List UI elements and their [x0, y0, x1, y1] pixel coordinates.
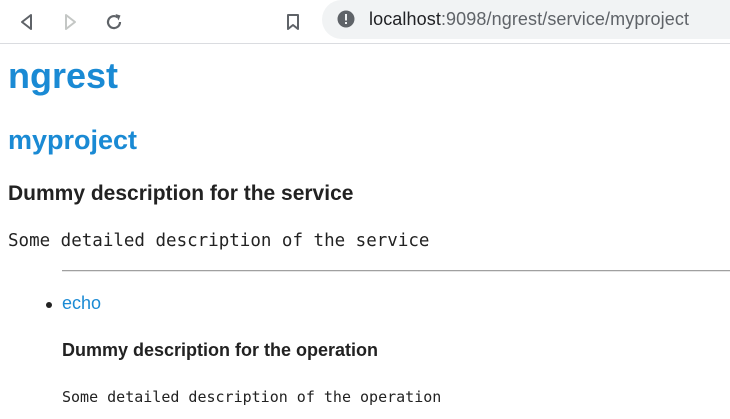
back-arrow-icon: [21, 14, 32, 30]
operation-summary: Dummy description for the operation: [62, 340, 379, 360]
app-title: ngrest: [8, 55, 119, 96]
service-name: myproject: [8, 125, 138, 155]
url-text[interactable]: localhost:9098/ngrest/service/myproject: [369, 9, 689, 30]
operation-link-echo[interactable]: echo: [62, 291, 101, 315]
bookmark-icon: [287, 14, 299, 30]
info-icon[interactable]: [337, 10, 355, 28]
reload-icon: [106, 14, 122, 30]
operation-description: Some detailed description of the operati…: [62, 388, 442, 406]
back-button[interactable]: [14, 9, 40, 35]
forward-button[interactable]: [57, 9, 83, 35]
url-host: localhost: [369, 9, 441, 29]
service-summary: Dummy description for the service: [8, 182, 354, 205]
forward-arrow-icon: [65, 14, 76, 30]
address-bar[interactable]: localhost:9098/ngrest/service/myproject: [322, 0, 730, 39]
service-description: Some detailed description of the service: [8, 231, 430, 251]
divider: [62, 270, 730, 272]
browser-toolbar: localhost:9098/ngrest/service/myproject: [0, 0, 730, 44]
bookmark-button[interactable]: [280, 9, 306, 35]
list-bullet: [46, 302, 52, 308]
reload-button[interactable]: [101, 9, 127, 35]
url-path: :9098/ngrest/service/myproject: [440, 9, 690, 29]
